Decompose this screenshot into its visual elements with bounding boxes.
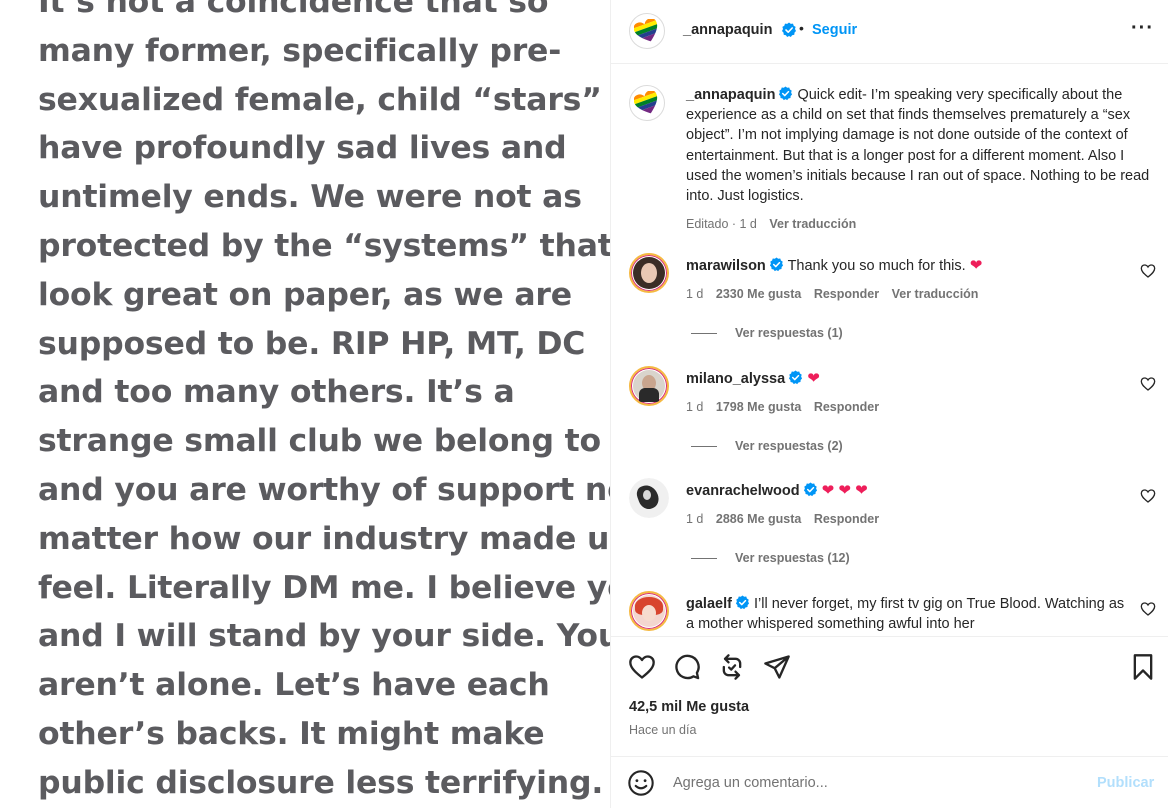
like-comment-heart-icon[interactable]: [1140, 263, 1156, 279]
post-likes-count[interactable]: 42,5 mil Me gusta: [629, 699, 749, 715]
post-image-line: It’s not a coincidence that so: [38, 0, 549, 20]
post-image-line: and you are worthy of support no: [38, 471, 610, 508]
post-image-line: sexualized female, child “stars”: [38, 81, 602, 118]
rainbow-heart-icon: [634, 19, 660, 43]
commenter-username[interactable]: milano_alyssa: [686, 371, 785, 387]
rainbow-heart-icon: [634, 91, 660, 115]
commenter-username[interactable]: galaelf: [686, 596, 732, 612]
heart-emoji-icon: ❤: [807, 370, 820, 387]
post-image-line: other’s backs. It might make: [38, 715, 545, 752]
author-avatar[interactable]: [629, 13, 665, 49]
comment-body: galaelf I’ll never forget, my first tv g…: [686, 594, 1131, 634]
commenter-avatar[interactable]: [629, 591, 669, 631]
reply-button[interactable]: Responder: [814, 400, 879, 414]
comment-text: Thank you so much for this.: [787, 258, 966, 274]
view-replies-label: Ver respuestas (12): [735, 551, 850, 565]
author-username[interactable]: _annapaquin: [683, 22, 772, 38]
verified-badge-icon: [735, 595, 749, 610]
verified-badge-icon: [789, 370, 803, 385]
post-image-line: look great on paper, as we are: [38, 276, 572, 313]
publish-button[interactable]: Publicar: [1097, 775, 1154, 791]
comment-meta: 1 d 1798 Me gusta Responder: [686, 397, 1131, 417]
caption-username[interactable]: _annapaquin: [686, 87, 775, 103]
more-options-button[interactable]: ···: [1131, 17, 1154, 40]
post-image-line: and I will stand by your side. You: [38, 618, 610, 655]
like-comment-heart-icon[interactable]: [1140, 601, 1156, 617]
caption-meta: Editado · 1 d Ver traducción: [686, 214, 1151, 234]
comment-age: 1 d: [686, 287, 704, 301]
verified-badge-icon: [779, 86, 793, 101]
verified-badge-icon: [803, 482, 817, 497]
follow-button[interactable]: Seguir: [812, 22, 857, 38]
comment-body: marawilson Thank you so much for this. ❤…: [686, 256, 1131, 304]
caption-text: Quick edit- I’m speaking very specifical…: [686, 87, 1150, 205]
comment-bubble-icon[interactable]: [673, 653, 701, 681]
commenter-username[interactable]: marawilson: [686, 258, 766, 274]
post-image-line: matter how our industry made us: [38, 520, 610, 557]
caption-body: _annapaquin Quick edit- I’m speaking ver…: [686, 85, 1151, 234]
share-send-icon[interactable]: [763, 653, 791, 681]
comment-age: 1 d: [686, 400, 704, 414]
verified-badge-icon: [769, 257, 783, 272]
comment-input[interactable]: [673, 771, 1073, 795]
separator-dot: •: [799, 20, 804, 36]
post-image-line: public disclosure less terrifying.: [38, 764, 604, 801]
author-avatar[interactable]: [629, 85, 665, 121]
replies-line: [691, 558, 717, 560]
verified-badge-icon: [782, 22, 796, 37]
replies-line: [691, 446, 717, 448]
view-replies-button[interactable]: Ver respuestas (1): [691, 326, 843, 340]
post-image-line: untimely ends. We were not as: [38, 179, 582, 216]
comment-likes-count[interactable]: 1798 Me gusta: [716, 400, 801, 414]
post-image-line: strange small club we belong to: [38, 423, 601, 460]
comment-likes-count[interactable]: 2886 Me gusta: [716, 512, 801, 526]
heart-emoji-icon: ❤: [969, 257, 983, 274]
post-image-line: and too many others. It’s a: [38, 374, 515, 411]
comment-body: evanrachelwood ❤ ❤ ❤ 1 d 2886 Me gusta R…: [686, 481, 1131, 529]
commenter-avatar[interactable]: [629, 253, 669, 293]
comment-likes-count[interactable]: 2330 Me gusta: [716, 287, 801, 301]
post-image-line: supposed to be. RIP HP, MT, DC: [38, 325, 586, 362]
caption-edited: Editado · 1 d: [686, 217, 757, 232]
reply-button[interactable]: Responder: [814, 287, 879, 301]
post-image-text: It’s not a coincidence that so many form…: [38, 0, 610, 808]
post-side-panel: _annapaquin • Seguir ··· _annapaquin Qui…: [610, 0, 1168, 808]
post-image-line: feel. Literally DM me. I believe you: [38, 569, 610, 606]
heart-emoji-icon: ❤ ❤ ❤: [821, 482, 868, 499]
see-translation-button[interactable]: Ver traducción: [892, 287, 979, 301]
replies-line: [691, 333, 717, 335]
view-replies-label: Ver respuestas (1): [735, 326, 843, 340]
like-comment-heart-icon[interactable]: [1140, 376, 1156, 392]
commenter-avatar[interactable]: [629, 366, 669, 406]
post-actions: 42,5 mil Me gusta Hace un día: [611, 636, 1168, 756]
comment-body: milano_alyssa ❤ 1 d 1798 Me gusta Respon…: [686, 369, 1131, 417]
view-replies-button[interactable]: Ver respuestas (2): [691, 439, 843, 453]
post-image: It’s not a coincidence that so many form…: [0, 0, 610, 808]
post-image-line: many former, specifically pre-: [38, 32, 562, 69]
commenter-avatar[interactable]: [629, 478, 669, 518]
comments-list[interactable]: _annapaquin Quick edit- I’m speaking ver…: [611, 65, 1168, 635]
post-image-line: aren’t alone. Let’s have each: [38, 667, 550, 704]
comment-age: 1 d: [686, 512, 704, 526]
post-timestamp[interactable]: Hace un día: [629, 723, 696, 737]
like-comment-heart-icon[interactable]: [1140, 488, 1156, 504]
view-replies-button[interactable]: Ver respuestas (12): [691, 551, 850, 565]
like-heart-icon[interactable]: [628, 653, 656, 681]
post-image-line: have profoundly sad lives and: [38, 130, 567, 167]
commenter-username[interactable]: evanrachelwood: [686, 483, 800, 499]
comment-meta: 1 d 2330 Me gusta Responder Ver traducci…: [686, 284, 1131, 304]
repost-icon[interactable]: [718, 653, 746, 681]
add-comment-bar: Publicar: [611, 756, 1168, 808]
comment-meta: 1 d 2886 Me gusta Responder: [686, 509, 1131, 529]
save-bookmark-icon[interactable]: [1129, 653, 1157, 681]
post-image-line: protected by the “systems” that: [38, 227, 610, 264]
reply-button[interactable]: Responder: [814, 512, 879, 526]
comment-text: I’ll never forget, my first tv gig on Tr…: [686, 596, 1125, 632]
see-translation-button[interactable]: Ver traducción: [769, 217, 856, 231]
view-replies-label: Ver respuestas (2): [735, 439, 843, 453]
post-header: _annapaquin • Seguir ···: [611, 0, 1168, 64]
emoji-icon[interactable]: [627, 769, 655, 797]
